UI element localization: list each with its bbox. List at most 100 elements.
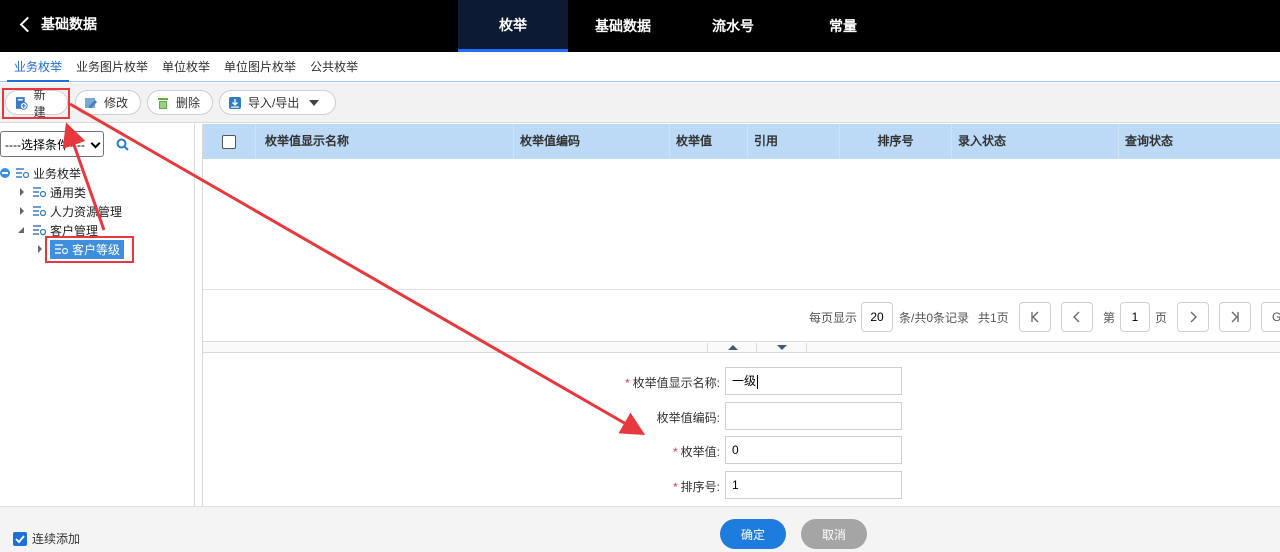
value-row: * 枚举值:: [503, 436, 720, 464]
chevron-left-icon: [19, 16, 36, 32]
caret-up-icon[interactable]: [728, 345, 738, 350]
tree-item-general[interactable]: 通用类: [20, 183, 86, 201]
page-suffix: 页: [1155, 311, 1168, 325]
caret-down-icon[interactable]: [777, 345, 787, 350]
required-mark: *: [672, 480, 678, 494]
page-number-input[interactable]: 1: [1120, 302, 1150, 332]
continuous-add-control[interactable]: 连续添加: [13, 530, 80, 547]
col-sort-order[interactable]: 排序号: [840, 124, 952, 159]
required-mark: *: [624, 376, 630, 390]
condition-select-value: ----选择条件----: [5, 137, 85, 152]
first-page-button[interactable]: [1019, 302, 1051, 332]
col-query-status[interactable]: 查询状态: [1119, 124, 1280, 159]
condition-select[interactable]: ----选择条件----: [0, 131, 104, 157]
splitter-handle[interactable]: [707, 343, 757, 353]
annotation-box-selected: [45, 236, 134, 263]
expand-icon[interactable]: [38, 245, 42, 253]
subtab-public-enum[interactable]: 公共枚举: [303, 52, 365, 82]
edit-button-label: 修改: [104, 96, 129, 110]
col-code[interactable]: 枚举值编码: [514, 124, 670, 159]
collapse-triangle-icon[interactable]: [18, 227, 24, 233]
chevron-left-icon: [1073, 311, 1080, 323]
subtab-business-image-enum[interactable]: 业务图片枚举: [69, 52, 155, 82]
tree-item-label: 人力资源管理: [50, 204, 123, 219]
subtab-unit-enum[interactable]: 单位枚举: [155, 52, 217, 82]
col-entry-status[interactable]: 录入状态: [952, 124, 1119, 159]
col-display-name[interactable]: 枚举值显示名称: [256, 124, 514, 159]
toolbar: 新建 修改 删除 导入/导出: [0, 83, 1280, 123]
order-input[interactable]: 1: [725, 471, 902, 499]
import-export-button[interactable]: 导入/导出: [219, 90, 336, 115]
per-page-input[interactable]: 20: [861, 302, 893, 332]
last-page-icon: [1231, 311, 1239, 323]
subtab-business-enum[interactable]: 业务枚举: [7, 52, 70, 82]
name-row: * 枚举值显示名称:: [503, 367, 720, 395]
value-input[interactable]: 0: [725, 436, 902, 464]
next-page-button[interactable]: [1177, 302, 1209, 332]
back-button[interactable]: 基础数据: [18, 12, 97, 36]
trash-icon: [158, 97, 168, 109]
per-page-label: 每页显示: [809, 311, 858, 325]
tree-item-label: 通用类: [50, 185, 87, 200]
import-export-icon: [229, 96, 241, 109]
nav-tab-enum[interactable]: 枚举: [458, 0, 568, 52]
go-button[interactable]: G: [1261, 302, 1280, 332]
name-label: * 枚举值显示名称:: [625, 374, 720, 391]
back-title: 基础数据: [41, 16, 97, 32]
order-row: * 排序号:: [503, 471, 720, 499]
value-label: * 枚举值:: [673, 443, 720, 460]
name-input[interactable]: 一级: [725, 367, 902, 395]
col-reference[interactable]: 引用: [748, 124, 840, 159]
grid-body: [203, 159, 1280, 290]
enum-icon: [33, 187, 46, 198]
code-input[interactable]: [725, 402, 902, 430]
nav-tab-basic-data[interactable]: 基础数据: [568, 0, 678, 52]
annotation-box-new: [2, 88, 70, 119]
cancel-button[interactable]: 取消: [801, 519, 867, 549]
code-label: 枚举值编码:: [656, 411, 720, 425]
tree-item-hr[interactable]: 人力资源管理: [20, 202, 122, 220]
enum-icon: [33, 206, 46, 217]
chevron-down-icon: [90, 138, 101, 149]
last-page-button[interactable]: [1219, 302, 1251, 332]
required-mark: *: [672, 445, 678, 459]
search-icon[interactable]: [116, 138, 129, 151]
top-bar: 基础数据 枚举 基础数据 流水号 常量: [0, 0, 1280, 52]
subtab-unit-image-enum[interactable]: 单位图片枚举: [217, 52, 303, 82]
enum-icon: [33, 225, 46, 236]
tree-root-label: 业务枚举: [33, 166, 82, 181]
pager: 每页显示 20 条/共0条记录 共1页 第 1 页 G: [203, 290, 1280, 342]
order-label-text: 排序号:: [680, 480, 720, 494]
edit-button[interactable]: 修改: [75, 90, 141, 115]
name-input-value: 一级: [732, 374, 757, 388]
splitter[interactable]: [203, 343, 1280, 353]
nav-tab-serial-number[interactable]: 流水号: [678, 0, 788, 52]
select-all-checkbox[interactable]: [222, 134, 236, 149]
records-label: 条/共0条记录: [899, 311, 970, 325]
col-value[interactable]: 枚举值: [670, 124, 748, 159]
chevron-right-icon: [1190, 311, 1197, 323]
caret-down-icon: [309, 99, 320, 106]
left-footer: 连续添加: [0, 506, 203, 552]
delete-button[interactable]: 删除: [147, 90, 213, 115]
tree-root[interactable]: 业务枚举: [0, 164, 81, 182]
prev-page-button[interactable]: [1061, 302, 1093, 332]
continuous-add-label: 连续添加: [32, 532, 81, 546]
expand-icon[interactable]: [20, 207, 24, 215]
import-export-label: 导入/导出: [248, 96, 300, 110]
confirm-button[interactable]: 确定: [720, 519, 786, 549]
edit-icon: [85, 97, 97, 108]
splitter-handle-down[interactable]: [757, 343, 807, 353]
form-footer: 确定 取消: [203, 506, 1280, 552]
collapse-icon[interactable]: [0, 168, 10, 178]
edit-form: * 枚举值显示名称: 一级 枚举值编码: * 枚举值: 0 * 排序号: 1: [203, 353, 1280, 505]
expand-icon[interactable]: [20, 188, 24, 196]
delete-button-label: 删除: [176, 96, 201, 110]
first-page-icon: [1031, 311, 1039, 323]
pages-label: 共1页: [978, 311, 1009, 325]
select-all-cell: [203, 124, 256, 159]
checkbox-checked-icon[interactable]: [13, 531, 27, 546]
page-prefix: 第: [1103, 311, 1116, 325]
nav-tab-constant[interactable]: 常量: [788, 0, 898, 52]
tree-panel: ----选择条件---- 业务枚举 通用类 人力资源管理 客户管理 客户等级: [0, 124, 195, 552]
